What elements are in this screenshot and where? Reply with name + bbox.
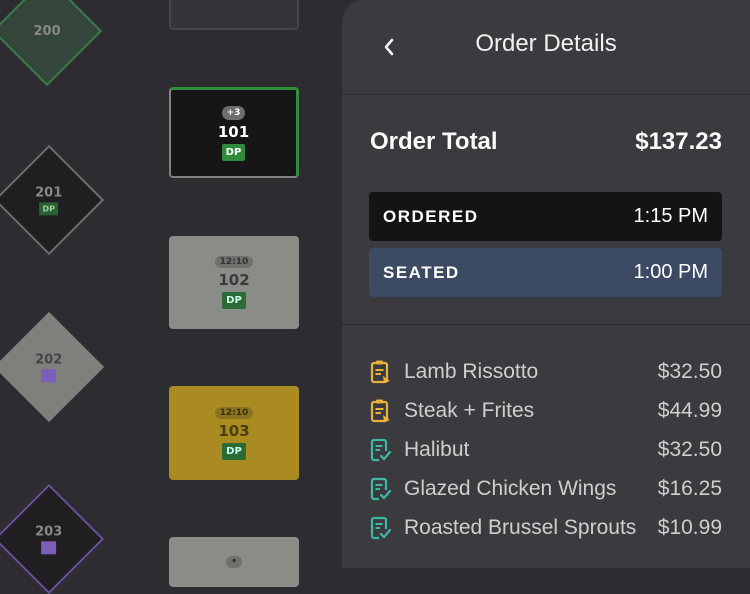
ticket-check-icon <box>370 477 392 500</box>
server-badge <box>41 369 57 383</box>
table-101[interactable]: +3 101 DP <box>169 87 299 178</box>
status-ordered: ORDERED 1:15 PM <box>369 192 722 241</box>
item-price: $10.99 <box>657 515 722 539</box>
ticket-pending-icon <box>370 360 390 383</box>
order-item[interactable]: Lamb Rissotto $32.50 <box>370 352 722 391</box>
server-badge: DP <box>39 202 59 216</box>
guest-count-chip: +3 <box>221 105 246 120</box>
status-label: SEATED <box>383 262 460 282</box>
table-202[interactable]: 202 <box>0 311 105 423</box>
order-item[interactable]: Glazed Chicken Wings $16.25 <box>370 469 722 508</box>
table-number: 203 <box>35 524 63 540</box>
table-number: 201 <box>35 185 63 201</box>
order-total-value: $137.23 <box>635 128 722 155</box>
order-details-panel: Order Details Order Total $137.23 ORDERE… <box>342 0 750 568</box>
order-item[interactable]: Halibut $32.50 <box>370 430 722 469</box>
table-number: 103 <box>218 421 250 440</box>
server-badge <box>41 541 57 555</box>
status-time: 1:15 PM <box>633 205 708 227</box>
table-102[interactable]: 12:10 102 DP <box>169 236 299 329</box>
item-price: $32.50 <box>657 359 722 383</box>
table-number: 202 <box>35 352 63 368</box>
table-number: 101 <box>217 122 250 141</box>
status-chip: • <box>226 556 242 568</box>
table-203[interactable]: 203 <box>0 483 105 594</box>
item-price: $32.50 <box>657 437 722 461</box>
table-number: 200 <box>33 23 61 39</box>
ticket-pending-icon <box>370 399 390 422</box>
order-item[interactable]: Steak + Frites $44.99 <box>370 391 722 430</box>
order-total-row: Order Total $137.23 <box>370 128 722 156</box>
order-total-label: Order Total <box>370 128 498 155</box>
order-summary: Order Total $137.23 ORDERED 1:15 PM SEAT… <box>342 0 750 325</box>
status-time: 1:00 PM <box>633 261 708 283</box>
status-seated: SEATED 1:00 PM <box>369 248 722 297</box>
status-label: ORDERED <box>383 206 479 226</box>
item-name: Roasted Brussel Sprouts <box>404 515 637 539</box>
table-tile-bottom[interactable]: • <box>169 537 299 587</box>
time-chip: 12:10 <box>214 406 254 419</box>
server-badge: DP <box>222 442 246 460</box>
table-200[interactable]: 200 <box>0 0 103 87</box>
ticket-check-icon <box>370 516 392 539</box>
item-name: Lamb Rissotto <box>404 359 539 383</box>
order-item[interactable]: Roasted Brussel Sprouts $10.99 <box>370 508 722 547</box>
table-103[interactable]: 12:10 103 DP <box>169 386 299 480</box>
table-201[interactable]: 201 DP <box>0 144 105 256</box>
table-tile-top[interactable] <box>169 0 299 30</box>
item-name: Glazed Chicken Wings <box>404 476 617 500</box>
order-items-list: Lamb Rissotto $32.50 Steak + Frites $44.… <box>370 352 722 547</box>
time-chip: 12:10 <box>214 256 254 268</box>
server-badge: DP <box>221 143 246 161</box>
item-price: $44.99 <box>657 398 722 422</box>
item-name: Halibut <box>404 437 470 461</box>
ticket-check-icon <box>370 438 392 461</box>
item-name: Steak + Frites <box>404 398 535 422</box>
item-price: $16.25 <box>657 476 722 500</box>
server-badge: DP <box>222 292 246 309</box>
table-number: 102 <box>218 271 250 289</box>
